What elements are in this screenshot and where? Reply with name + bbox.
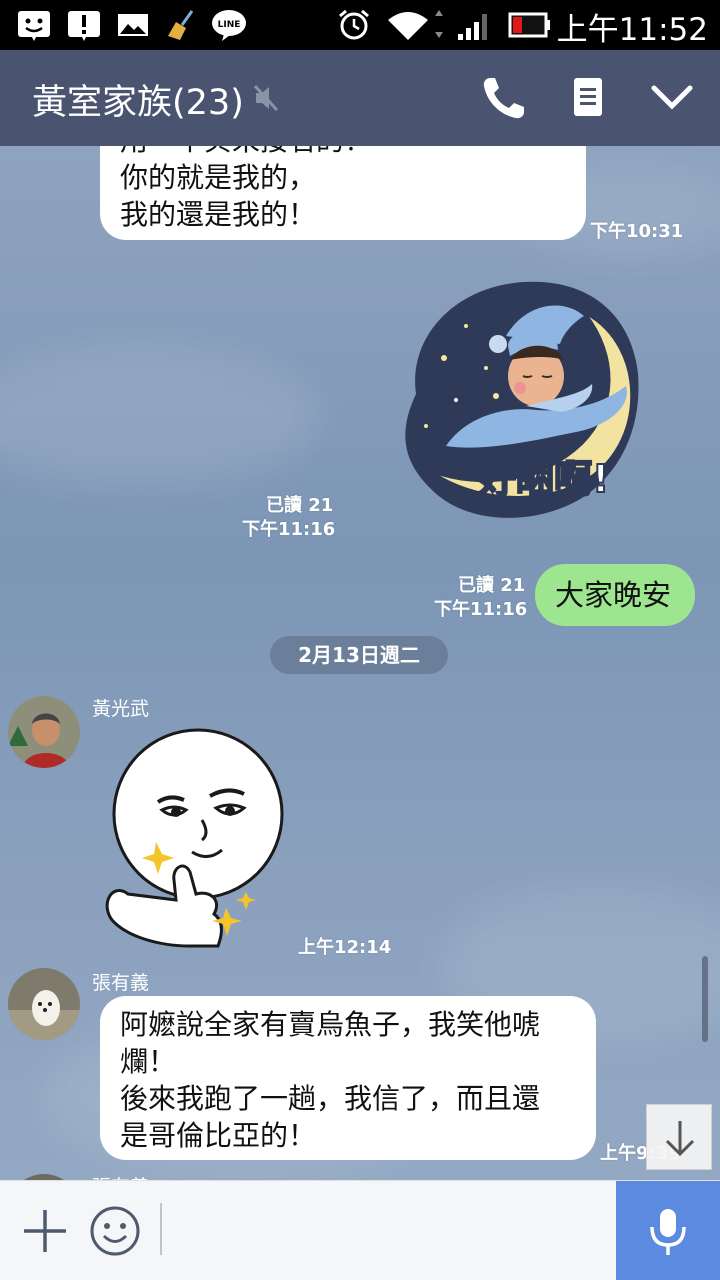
message-time: 下午11:16 <box>434 599 528 620</box>
message-line: 後來我跑了一趟，我信了，而且還 <box>120 1082 541 1115</box>
notes-icon[interactable] <box>562 72 614 124</box>
avatar[interactable] <box>8 696 80 768</box>
battery-icon <box>508 12 550 38</box>
line-app-icon: LINE <box>212 10 246 41</box>
scroll-to-bottom-button[interactable] <box>646 1104 712 1170</box>
message-bubble[interactable]: 用一个贝来接名的！ 你的就是我的， 我的還是我的！ <box>100 146 586 240</box>
status-bar: LINE 上午11:52 <box>0 0 720 50</box>
message-line: 爛！ <box>120 1045 177 1078</box>
message-time: 下午10:31 <box>590 221 684 242</box>
message-line: 我的還是我的！ <box>120 198 317 231</box>
sticker-caption: 好睏啊! <box>477 457 609 501</box>
wifi-icon <box>388 10 443 40</box>
alarm-icon <box>339 9 369 40</box>
sender-name: 張有義 <box>92 972 150 994</box>
message-line: 你的就是我的， <box>120 161 317 194</box>
chat-header: 黃室家族(23) <box>0 50 720 146</box>
message-time: 上午12:14 <box>298 937 392 958</box>
message-line: 用一个贝来接名的！ <box>120 146 566 159</box>
microphone-button[interactable] <box>616 1181 720 1280</box>
message-line: 阿嬷說全家有賣烏魚子，我笑他唬 <box>120 1008 541 1041</box>
plus-icon[interactable] <box>20 1206 70 1256</box>
moon-thumbs-up-sticker[interactable] <box>98 724 294 954</box>
read-count: 已讀 21 <box>266 495 334 516</box>
mute-icon <box>253 84 279 112</box>
read-count: 已讀 21 <box>458 575 526 596</box>
microphone-icon <box>650 1209 686 1255</box>
arrow-down-icon <box>665 1121 695 1157</box>
message-bubble[interactable]: 大家晚安 <box>535 564 695 626</box>
background-cloud <box>0 346 320 486</box>
status-time: 上午11:52 <box>556 12 708 48</box>
line-badge-text: LINE <box>218 20 241 30</box>
phone-icon[interactable] <box>478 72 530 124</box>
image-notification-icon <box>118 14 148 36</box>
message-bubble[interactable]: 阿嬷說全家有賣烏魚子，我笑他唬 爛！ 後來我跑了一趟，我信了，而且還 是哥倫比亞… <box>100 996 596 1160</box>
face-notification-icon <box>18 11 50 41</box>
chat-title[interactable]: 黃室家族(23) <box>32 74 244 125</box>
message-input[interactable] <box>160 1203 162 1255</box>
date-separator: 2月13日週二 <box>270 636 448 674</box>
sleeping-kid-sticker[interactable]: 好睏啊! <box>386 276 666 532</box>
scrollbar[interactable] <box>702 956 708 1042</box>
avatar-photo <box>8 696 80 768</box>
message-text: 大家晚安 <box>555 578 672 612</box>
sender-name: 張有義 <box>92 1172 149 1180</box>
chevron-down-icon[interactable] <box>646 72 698 124</box>
broom-icon <box>168 10 194 40</box>
cellular-signal-icon <box>458 14 487 40</box>
sender-name: 黃光武 <box>92 698 150 720</box>
chat-area[interactable]: 用一个贝来接名的！ 你的就是我的， 我的還是我的！ 下午10:31 已讀 21 … <box>0 146 720 1180</box>
avatar[interactable] <box>8 968 80 1040</box>
message-time: 下午11:16 <box>242 519 336 540</box>
emoji-icon[interactable] <box>89 1205 141 1257</box>
avatar-photo <box>8 968 80 1040</box>
input-bar <box>0 1180 720 1280</box>
alert-notification-icon <box>68 11 100 41</box>
message-line: 是哥倫比亞的！ <box>120 1119 317 1152</box>
